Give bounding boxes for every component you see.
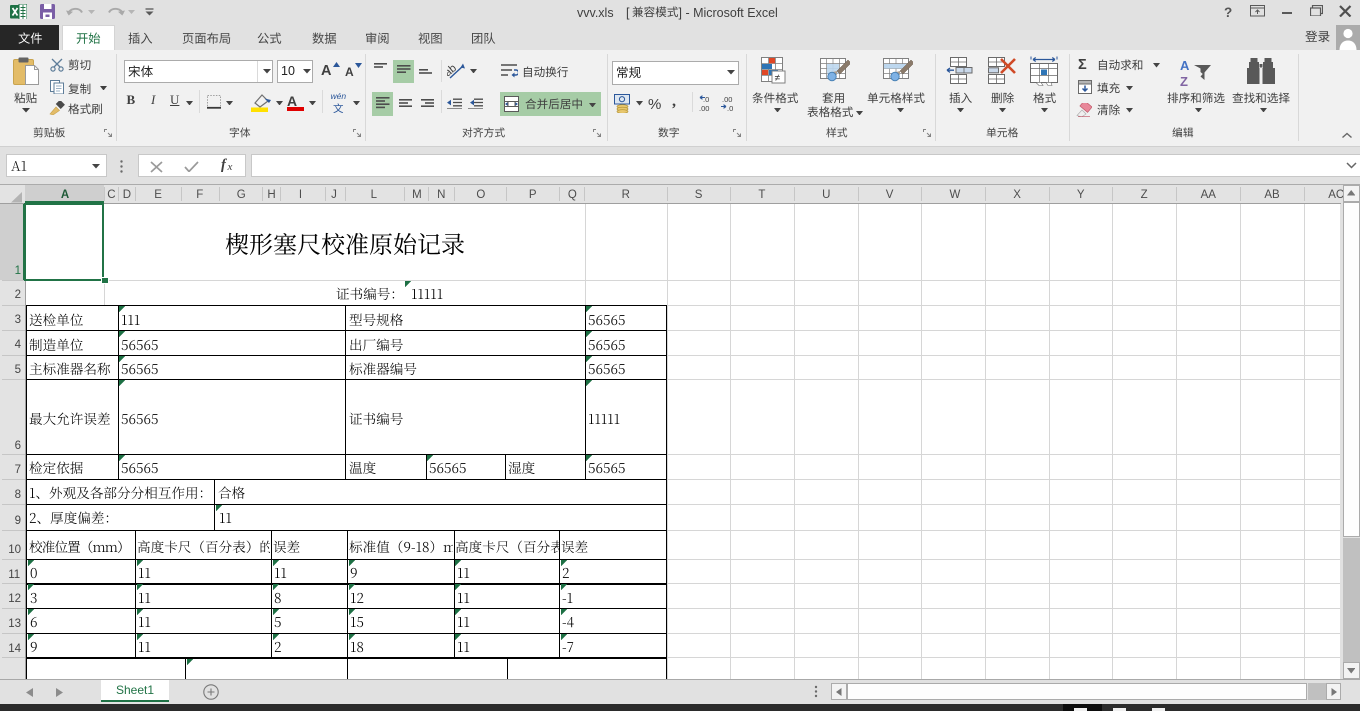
svg-text:.0: .0 [727, 104, 733, 112]
svg-text:.00: .00 [699, 104, 709, 112]
svg-text:≠: ≠ [775, 73, 781, 84]
svg-text:.0: .0 [703, 95, 709, 104]
svg-text:.00: .00 [722, 95, 732, 104]
svg-text:A: A [1180, 58, 1190, 73]
svg-text:Z: Z [1180, 74, 1188, 87]
